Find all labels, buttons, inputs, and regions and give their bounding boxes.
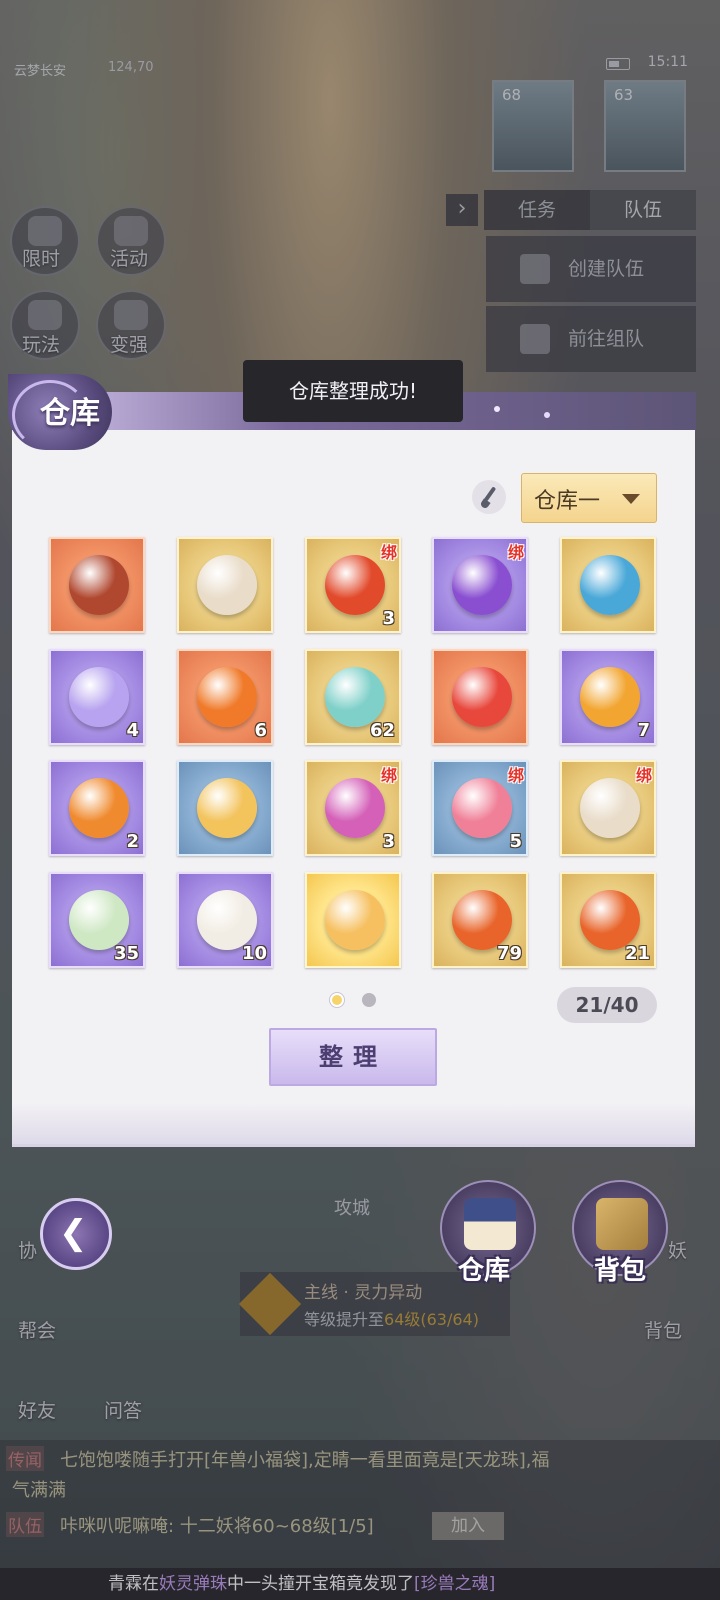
item-slot[interactable]: 绑 xyxy=(560,760,656,856)
red-orb-icon xyxy=(325,555,385,615)
page-dot-active[interactable] xyxy=(330,993,344,1007)
item-slot[interactable]: 4 xyxy=(49,649,145,745)
item-count: 3 xyxy=(382,608,395,629)
amber-crystal-icon xyxy=(580,667,640,727)
item-slot[interactable] xyxy=(177,760,273,856)
gift-bag-icon xyxy=(596,1198,648,1250)
item-count: 62 xyxy=(369,720,395,741)
item-slot[interactable] xyxy=(560,537,656,633)
item-grid: 绑 3 绑 4 6 62 7 2 绑 3 绑 5 绑 35 10 79 21 xyxy=(49,537,659,971)
item-slot[interactable]: 6 xyxy=(177,649,273,745)
bound-badge: 绑 xyxy=(507,543,524,562)
rainbow-fruit-icon xyxy=(325,778,385,838)
item-count: 6 xyxy=(254,720,267,741)
bound-badge: 绑 xyxy=(380,543,397,562)
item-slot[interactable]: 绑3 xyxy=(305,760,401,856)
item-count: 79 xyxy=(496,943,522,964)
purple-orb-icon xyxy=(452,555,512,615)
fire-scroll-icon xyxy=(580,778,640,838)
item-slot[interactable] xyxy=(49,537,145,633)
spirit-fruit-icon xyxy=(197,667,257,727)
warehouse-building-icon xyxy=(464,1198,516,1250)
lotus-flower-icon xyxy=(69,667,129,727)
potion-bottle-icon xyxy=(325,667,385,727)
item-slot[interactable]: 35 xyxy=(49,872,145,968)
wooden-box-icon xyxy=(69,555,129,615)
item-slot[interactable]: 绑3 xyxy=(305,537,401,633)
red-gem-icon xyxy=(452,667,512,727)
capacity-label: 21/40 xyxy=(557,987,657,1023)
panel-title: 仓库 xyxy=(40,396,100,431)
toast-message: 仓库整理成功! xyxy=(243,360,463,422)
white-gourd-icon xyxy=(197,890,257,950)
item-slot[interactable]: 79 xyxy=(432,872,528,968)
green-gourd-icon xyxy=(69,890,129,950)
blue-orb-icon xyxy=(580,555,640,615)
warehouse-button-label: 仓库 xyxy=(458,1256,511,1286)
item-count: 35 xyxy=(113,943,139,964)
item-slot[interactable]: 10 xyxy=(177,872,273,968)
jelly-spoon-icon xyxy=(452,778,512,838)
fire-orb-cloth-icon xyxy=(580,890,640,950)
item-slot[interactable]: 21 xyxy=(560,872,656,968)
item-count: 4 xyxy=(126,720,139,741)
bound-badge: 绑 xyxy=(380,766,397,785)
item-slot[interactable] xyxy=(305,872,401,968)
lucky-cat-ball-icon xyxy=(325,890,385,950)
back-button[interactable] xyxy=(40,1198,112,1270)
item-slot[interactable]: 7 xyxy=(560,649,656,745)
warehouse-select-label: 仓库一 xyxy=(534,489,601,514)
fire-scroll-icon xyxy=(197,555,257,615)
item-count: 10 xyxy=(241,943,267,964)
item-slot[interactable]: 2 xyxy=(49,760,145,856)
brush-icon[interactable] xyxy=(472,480,506,514)
caret-down-icon xyxy=(622,494,640,504)
item-slot[interactable]: 绑5 xyxy=(432,760,528,856)
item-slot[interactable]: 绑 xyxy=(432,537,528,633)
orange-stone-icon xyxy=(69,778,129,838)
item-count: 5 xyxy=(509,831,522,852)
fire-orb-cloth-icon xyxy=(452,890,512,950)
item-count: 21 xyxy=(624,943,650,964)
item-slot[interactable] xyxy=(432,649,528,745)
item-count: 3 xyxy=(382,831,395,852)
item-count: 7 xyxy=(637,720,650,741)
bound-badge: 绑 xyxy=(507,766,524,785)
item-slot[interactable]: 62 xyxy=(305,649,401,745)
item-count: 2 xyxy=(126,831,139,852)
warehouse-select[interactable]: 仓库一 xyxy=(521,473,657,523)
item-slot[interactable] xyxy=(177,537,273,633)
gold-ingot-icon xyxy=(197,778,257,838)
page-dot[interactable] xyxy=(362,993,376,1007)
bag-button-label: 背包 xyxy=(594,1256,647,1286)
sort-button[interactable]: 整理 xyxy=(269,1028,437,1086)
bound-badge: 绑 xyxy=(635,766,652,785)
